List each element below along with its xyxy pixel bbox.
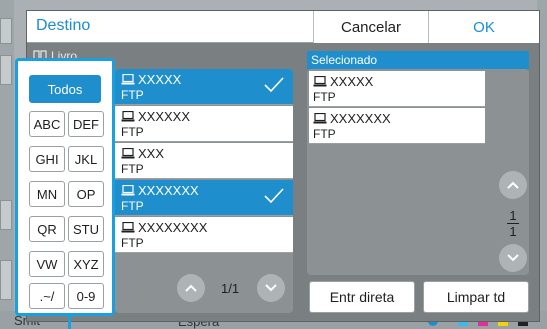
page-up-button[interactable]: [177, 274, 205, 302]
selected-type: FTP: [313, 90, 336, 104]
page-indicator: 1/1: [221, 281, 240, 296]
selected-section-header: Selecionado: [307, 51, 529, 69]
address-item[interactable]: XXXXXXX FTP: [115, 180, 293, 216]
address-item[interactable]: XXXXXXXX FTP: [115, 217, 293, 253]
address-name-wrap: XXXXXXX: [121, 183, 199, 198]
address-name-wrap: XXXXXXXX: [121, 220, 207, 235]
address-pager: 1/1: [177, 274, 295, 304]
dialog-header: Destino Cancelar OK: [27, 11, 539, 43]
address-name: XXX: [138, 146, 165, 161]
index-key-jkl[interactable]: JKL: [68, 146, 104, 172]
index-key-todos[interactable]: Todos: [29, 75, 101, 103]
chevron-up-icon: [185, 284, 197, 292]
computer-icon: [121, 185, 135, 196]
highlight-callout-line: [68, 315, 71, 329]
index-key-qr[interactable]: QR: [29, 216, 65, 242]
selected-name: XXXXXXX: [330, 111, 391, 126]
address-name-wrap: XXXXX: [121, 72, 181, 87]
chevron-down-icon: [507, 254, 519, 262]
index-key-def[interactable]: DEF: [68, 111, 104, 137]
address-item[interactable]: XXXXXX FTP: [115, 106, 293, 142]
index-key-symbols[interactable]: .~/: [29, 283, 65, 309]
address-name: XXXXXXXX: [138, 220, 208, 235]
selected-section-label: Selecionado: [311, 53, 378, 67]
address-name-wrap: XXX: [121, 146, 164, 161]
selected-page-indicator: 1 1: [499, 209, 527, 238]
selected-page-up-button[interactable]: [499, 171, 527, 199]
address-type: FTP: [121, 236, 144, 250]
computer-icon: [121, 222, 135, 233]
direct-entry-button[interactable]: Entr direta: [309, 281, 415, 313]
address-type: FTP: [121, 88, 144, 102]
computer-icon: [313, 113, 327, 124]
computer-icon: [121, 74, 135, 85]
background-left-item: [0, 18, 12, 44]
address-type: FTP: [121, 125, 144, 139]
index-key-abc[interactable]: ABC: [29, 111, 65, 137]
address-item[interactable]: XXX FTP: [115, 143, 293, 179]
address-item[interactable]: XXXXX FTP: [115, 69, 293, 105]
selected-page-current: 1: [509, 208, 517, 223]
address-name-wrap: XXXXXX: [121, 109, 190, 124]
index-key-stu[interactable]: STU: [68, 216, 104, 242]
check-icon: [264, 188, 284, 204]
index-key-ghi[interactable]: GHI: [29, 146, 65, 172]
index-key-mn[interactable]: MN: [29, 181, 65, 207]
computer-icon: [121, 148, 135, 159]
index-key-xyz[interactable]: XYZ: [68, 251, 104, 277]
check-icon: [264, 77, 284, 93]
computer-icon: [121, 111, 135, 122]
dialog-title: Destino: [36, 17, 91, 34]
chevron-down-icon: [265, 284, 277, 292]
index-keys-panel: Todos ABC DEF GHI JKL MN OP QR STU VW XY…: [15, 58, 115, 316]
address-name: XXXXX: [138, 72, 182, 87]
background-left-item: [0, 260, 12, 300]
index-key-vw[interactable]: VW: [29, 251, 65, 277]
index-key-op[interactable]: OP: [68, 181, 104, 207]
background-left-item: [0, 200, 12, 230]
background-left-item: [0, 55, 12, 85]
selected-item[interactable]: XXXXX FTP: [309, 71, 485, 107]
page-down-button[interactable]: [257, 274, 285, 302]
index-key-digits[interactable]: 0-9: [68, 283, 104, 309]
selected-item[interactable]: XXXXXXX FTP: [309, 108, 485, 144]
address-type: FTP: [121, 162, 144, 176]
address-type: FTP: [121, 199, 144, 213]
cancel-button[interactable]: Cancelar: [313, 11, 428, 43]
computer-icon: [313, 76, 327, 87]
selected-page-down-button[interactable]: [499, 244, 527, 272]
selected-page-total: 1: [509, 224, 517, 239]
chevron-up-icon: [507, 181, 519, 189]
address-name: XXXXXXX: [138, 183, 199, 198]
clear-all-button[interactable]: Limpar td: [423, 281, 529, 313]
selected-list: XXXXX FTP XXXXXXX FTP 1 1: [307, 69, 529, 275]
selected-name: XXXXX: [330, 74, 374, 89]
address-name: XXXXXX: [138, 109, 191, 124]
selected-name-wrap: XXXXX: [313, 74, 373, 89]
ok-button[interactable]: OK: [428, 11, 539, 43]
selected-name-wrap: XXXXXXX: [313, 111, 391, 126]
selected-type: FTP: [313, 127, 336, 141]
